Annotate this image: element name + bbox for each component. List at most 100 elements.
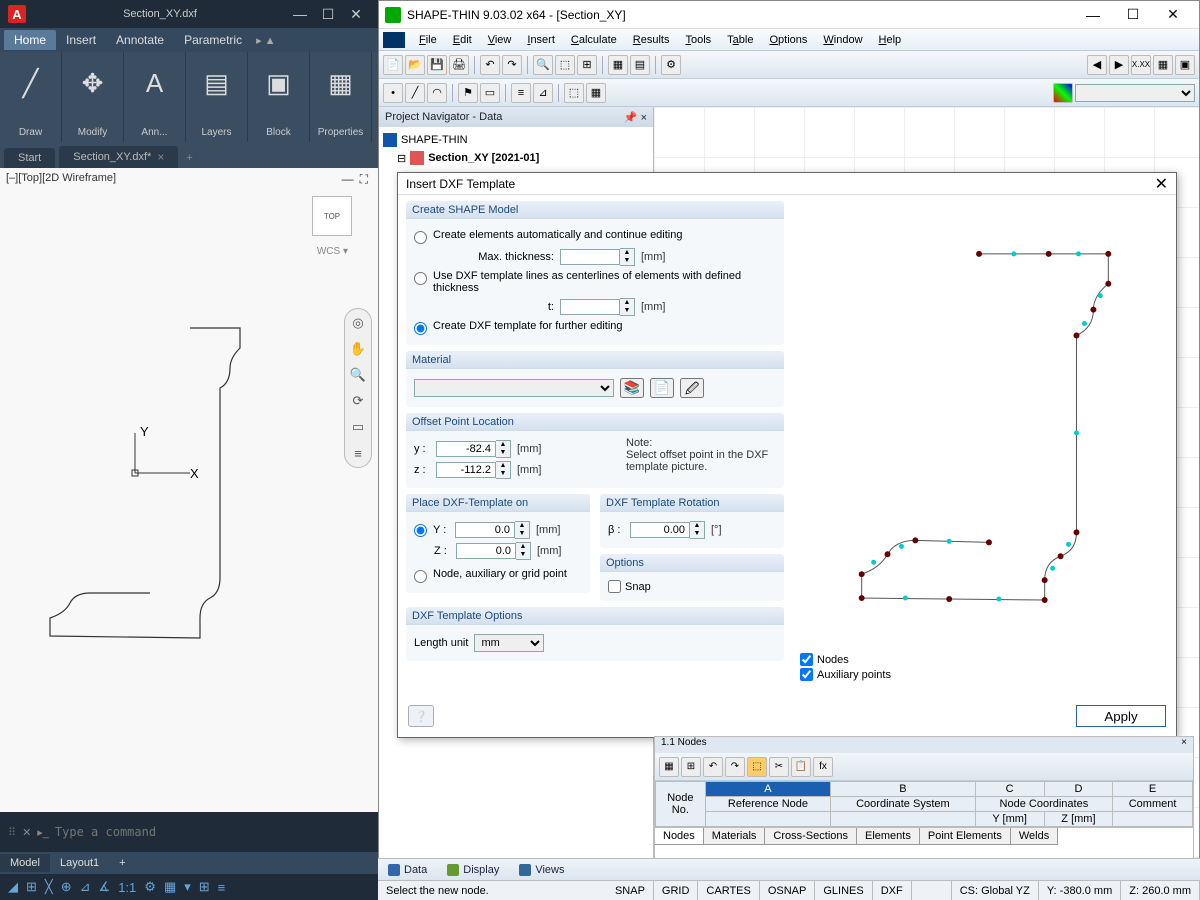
tb-selector[interactable] <box>1075 84 1195 102</box>
menu-help[interactable]: Help <box>871 32 910 48</box>
menu-edit[interactable]: Edit <box>445 32 480 48</box>
st-close-button[interactable]: ✕ <box>1153 4 1193 26</box>
layout-tab-model[interactable]: Model <box>0 854 50 872</box>
ribbon-tab-parametric[interactable]: Parametric <box>174 30 252 50</box>
spin-up-icon[interactable]: ▲ <box>516 543 530 551</box>
spin-down-icon[interactable]: ▼ <box>516 551 530 559</box>
menu-table[interactable]: Table <box>719 32 761 48</box>
status-icon[interactable]: ▦ <box>162 879 178 895</box>
viewport-min-icon[interactable]: — <box>342 172 354 187</box>
table-close-icon[interactable]: × <box>1181 737 1187 753</box>
spin-down-icon[interactable]: ▼ <box>496 449 510 457</box>
viewport-max-icon[interactable]: ⛶ <box>360 172 368 187</box>
tab-nodes[interactable]: Nodes <box>655 828 704 845</box>
nodes-table[interactable]: NodeNo. A B C D E Reference Node Coordin… <box>655 781 1193 827</box>
tb-icon[interactable]: 📋 <box>791 757 811 777</box>
cmd-clear-icon[interactable]: ✕ <box>22 826 31 839</box>
radio-further-editing[interactable] <box>414 322 427 335</box>
tb-icon[interactable]: ⊞ <box>577 55 597 75</box>
place-y-input[interactable] <box>455 522 515 538</box>
tb-icon[interactable]: ✂ <box>769 757 789 777</box>
tb-icon[interactable]: ⬚ <box>555 55 575 75</box>
tab-close-icon[interactable]: × <box>157 150 164 164</box>
col-b[interactable]: B <box>831 782 975 797</box>
col-d[interactable]: D <box>1044 782 1112 797</box>
material-select[interactable] <box>414 379 614 397</box>
spin-up-icon[interactable]: ▲ <box>496 441 510 449</box>
tree-collapse-icon[interactable]: ⊟ <box>397 152 406 165</box>
length-unit-select[interactable]: mm <box>474 634 544 652</box>
databar-views[interactable]: Views <box>509 862 574 878</box>
autocad-max-button[interactable]: ☐ <box>314 4 342 24</box>
tb-icon[interactable]: ▣ <box>1175 55 1195 75</box>
viewport-label[interactable]: [–][Top][2D Wireframe] <box>6 172 116 184</box>
status-icon[interactable]: ◢ <box>6 879 20 895</box>
st-min-button[interactable]: — <box>1073 4 1113 26</box>
menu-options[interactable]: Options <box>761 32 815 48</box>
radio-place-y[interactable] <box>414 524 427 537</box>
menu-insert[interactable]: Insert <box>519 32 563 48</box>
tab-point-elements[interactable]: Point Elements <box>920 828 1011 845</box>
place-z-input[interactable] <box>456 543 516 559</box>
status-snap[interactable]: SNAP <box>607 881 654 900</box>
tb-icon[interactable]: ↶ <box>703 757 723 777</box>
tb-icon[interactable]: ↷ <box>725 757 745 777</box>
status-icon[interactable]: ╳ <box>43 879 55 895</box>
status-icon[interactable]: ⊿ <box>78 879 93 895</box>
wcs-label[interactable]: WCS ▾ <box>317 246 348 257</box>
spin-up-icon[interactable]: ▲ <box>690 522 704 530</box>
tb-icon[interactable]: ▭ <box>480 83 500 103</box>
tb-arc-icon[interactable]: ◠ <box>427 83 447 103</box>
ribbon-panel-layers[interactable]: ▤Layers <box>186 52 248 142</box>
material-new-button[interactable]: 📄 <box>650 378 674 398</box>
nav-fullnav-icon[interactable]: ◎ <box>348 313 368 333</box>
nav-pin-icon[interactable]: 📌 <box>624 112 638 124</box>
tb-flag-icon[interactable]: ⚑ <box>458 83 478 103</box>
offset-y-input[interactable] <box>436 441 496 457</box>
tb-new-icon[interactable]: 📄 <box>383 55 403 75</box>
snap-checkbox[interactable] <box>608 580 621 593</box>
tb-print-icon[interactable]: 🖨 <box>449 55 469 75</box>
ribbon-panel-block[interactable]: ▣Block <box>248 52 310 142</box>
status-icon[interactable]: ⊕ <box>59 879 74 895</box>
tab-cross-sections[interactable]: Cross-Sections <box>765 828 857 845</box>
menu-calculate[interactable]: Calculate <box>563 32 625 48</box>
status-dxf[interactable]: DXF <box>873 881 912 900</box>
tb-icon[interactable]: ▦ <box>586 83 606 103</box>
layout-tab-layout1[interactable]: Layout1 <box>50 854 109 872</box>
tb-nav-next-icon[interactable]: ▶ <box>1109 55 1129 75</box>
status-icon[interactable]: ▾ <box>182 879 193 895</box>
autocad-min-button[interactable]: — <box>286 4 314 24</box>
spin-down-icon[interactable]: ▼ <box>496 470 510 478</box>
status-icon[interactable]: ≡ <box>216 880 228 895</box>
menu-file[interactable]: File <box>411 32 445 48</box>
tb-icon[interactable]: ⬚ <box>564 83 584 103</box>
new-tab-button[interactable]: + <box>178 148 200 168</box>
tb-save-icon[interactable]: 💾 <box>427 55 447 75</box>
nav-orbit-icon[interactable]: ⟳ <box>348 391 368 411</box>
autocad-close-button[interactable]: ✕ <box>342 4 370 24</box>
spin-down-icon[interactable]: ▼ <box>620 257 634 265</box>
status-grid[interactable]: GRID <box>654 881 699 900</box>
thickness-t-input[interactable] <box>560 299 620 315</box>
status-icon[interactable]: 1:1 <box>116 880 138 895</box>
file-tab-start[interactable]: Start <box>4 148 55 168</box>
databar-data[interactable]: Data <box>378 862 437 878</box>
spin-up-icon[interactable]: ▲ <box>515 522 529 530</box>
tb-icon[interactable]: ⬚ <box>747 757 767 777</box>
file-tab-section[interactable]: Section_XY.dxf*× <box>59 146 178 168</box>
tb-nav-prev-icon[interactable]: ◀ <box>1087 55 1107 75</box>
tree-project[interactable]: ⊟Section_XY [2021-01] <box>383 149 649 167</box>
nav-close-icon[interactable]: × <box>641 112 647 124</box>
command-input[interactable] <box>55 825 370 839</box>
tb-icon[interactable]: ▦ <box>608 55 628 75</box>
ribbon-panel-modify[interactable]: ✥Modify <box>62 52 124 142</box>
status-osnap[interactable]: OSNAP <box>760 881 816 900</box>
dialog-close-icon[interactable]: ✕ <box>1155 174 1168 194</box>
cmd-handle-icon[interactable]: ⠿ <box>8 826 16 839</box>
spin-up-icon[interactable]: ▲ <box>620 299 634 307</box>
radio-centerlines[interactable] <box>414 272 427 285</box>
radio-place-node[interactable] <box>414 570 427 583</box>
tb-open-icon[interactable]: 📂 <box>405 55 425 75</box>
st-max-button[interactable]: ☐ <box>1113 4 1153 26</box>
